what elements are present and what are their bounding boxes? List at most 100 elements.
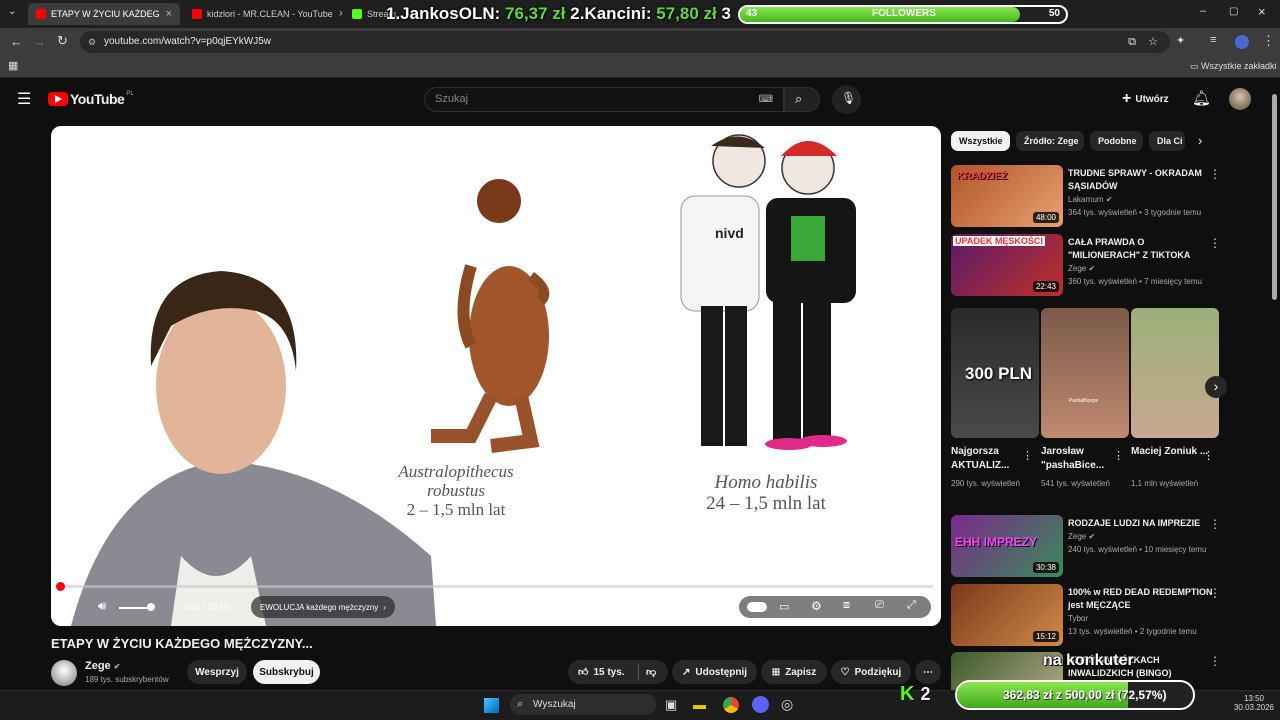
short-title[interactable]: Najgorsza AKTUALIZ... [951,445,1029,473]
progress-scrubber[interactable] [56,582,65,591]
bookmark-star-icon[interactable]: ☆ [1148,31,1158,53]
close-tab-icon[interactable]: × [333,8,342,20]
chips-next-icon[interactable]: › [1198,133,1202,148]
more-vertical-icon[interactable]: ⋮ [1113,449,1124,462]
species-name-3: Homo habilis [714,472,818,493]
close-window-icon[interactable]: × [1258,4,1266,19]
task-view-icon[interactable]: ▣ [665,697,677,713]
back-icon[interactable]: ← [10,34,23,49]
more-vertical-icon[interactable]: ⋮ [1209,654,1221,668]
support-label: Wesprzyj [195,666,239,678]
youtube-logo-text: YouTube [70,91,125,107]
more-vertical-icon[interactable]: ⋮ [1022,449,1033,462]
tab-youtube-video[interactable]: ETAPY W ŻYCIU KAŻDEGO MĘŻ × [28,3,180,25]
save-label: Zapisz [785,666,817,678]
notifications-bell-icon[interactable]: 🔔︎ [1192,89,1211,107]
species-range-2: 24 – 1,5 mln lat [706,493,826,514]
autoplay-toggle[interactable] [747,602,767,612]
save-button[interactable]: ⊞ Zapisz [761,660,827,684]
page-scrollbar[interactable] [1272,94,1277,300]
dislike-thumb-icon[interactable]: 👎︎ [646,666,656,678]
chapter-label: EWOLUCJA każdego mężczyzny [260,602,379,612]
maximize-icon[interactable]: ▢ [1229,6,1238,17]
subscribe-button[interactable]: Subskrybuj [253,660,320,684]
recommendation-item[interactable]: UPADEK MĘSKOŚCI 22:43 CAŁA PRAWDA O "MIL… [951,234,1251,296]
video-meta: 364 tys. wyświetleń • 3 tygodnie temu [1068,208,1202,217]
keyboard-icon[interactable]: ⌨ [759,88,773,111]
more-vertical-icon[interactable]: ⋮ [1209,236,1221,250]
more-vertical-icon[interactable]: ⋮ [1209,167,1221,181]
taskbar-search[interactable]: ⌕ Wyszukaj [510,694,656,715]
short-thumbnail[interactable]: 300 PLN [951,308,1039,438]
recommendation-item[interactable]: EHH IMPREZY 30:38 RODZAJE LUDZI NA IMPRE… [951,515,1251,577]
recommendation-item[interactable]: KRADZIEŻ 48:00 TRUDNE SPRAWY - OKRADAM S… [951,165,1251,227]
voice-search-button[interactable]: 🎙 [832,85,861,114]
channel-name[interactable]: Zege ✔ [85,660,120,672]
chip-all[interactable]: Wszystkie [951,131,1010,151]
extensions-icon[interactable]: ✦ [1176,34,1185,47]
discord-icon[interactable] [752,696,769,713]
tab-mrclean[interactable]: kidzlori - MR.CLEAN - YouTube × [184,3,342,25]
cast-icon[interactable]: ⎚ [875,599,884,612]
video-thumbnail: 15:12 [951,584,1063,646]
site-info-icon[interactable]: ⚙ [88,31,96,53]
all-bookmarks-link[interactable]: ▭ Wszystkie zakładki [1190,61,1277,72]
chip-similar[interactable]: Podobne [1090,131,1143,151]
apps-grid-icon[interactable]: ▦ [8,59,18,72]
browser-menu-icon[interactable]: ⋮ [1262,33,1275,49]
shorts-next-icon[interactable]: › [1205,376,1227,398]
chip-label: Podobne [1098,136,1137,146]
search-input[interactable]: Szukaj ⌨ [424,87,784,112]
reload-icon[interactable]: ↻ [57,33,68,49]
chip-for-you[interactable]: Dla Ci [1149,131,1185,151]
fullscreen-icon[interactable]: ⤢ [907,599,916,612]
profile-avatar[interactable] [1235,35,1249,49]
channel-avatar[interactable] [51,660,77,686]
minimize-icon[interactable]: – [1200,5,1206,17]
video-thumbnail: KRADZIEŻ 48:00 [951,165,1063,227]
video-player[interactable]: nivd Australopithecus robustus 2 – 1,5 m… [51,126,941,626]
chapter-button[interactable]: EWOLUCJA każdego mężczyzny › [251,596,395,618]
thanks-button[interactable]: ♡ Podziękuj [831,660,911,684]
tray-clock[interactable]: 13:50 30.03.2026 [1230,694,1278,712]
recommendation-item[interactable]: 15:12 100% w RED DEAD REDEMPTION jest MĘ… [951,584,1251,646]
video-thumbnail: EHH IMPREZY 30:38 [951,515,1063,577]
cast-icon[interactable]: ⧉ [1128,31,1136,53]
short-thumbnail[interactable]: PashaBiceps [1041,308,1129,438]
short-title[interactable]: Maciej Zoniuk ... [1131,445,1209,459]
search-button[interactable]: ⌕ [784,87,820,112]
menu-hamburger-icon[interactable]: ☰ [17,89,31,109]
url-input[interactable]: ⚙ youtube.com/watch?v=p0qjEYkWJ5w ⧉ ☆ [80,31,1170,53]
youtube-logo[interactable]: YouTube PL [48,91,134,107]
like-thumb-icon[interactable]: 👍︎ [578,666,588,678]
progress-bar[interactable] [56,582,933,591]
short-thumbnail[interactable] [1131,308,1219,438]
thumbnail-text: PashaBiceps [1069,398,1099,404]
more-vertical-icon[interactable]: ⋮ [1203,449,1214,462]
create-button[interactable]: + Utwórz [1122,90,1169,108]
support-button[interactable]: Wesprzyj [187,660,247,684]
more-actions-button[interactable]: ⋯ [915,660,941,684]
account-avatar[interactable] [1229,88,1251,110]
video-title: 100% w RED DEAD REDEMPTION jest MĘCZĄCE [1068,587,1213,610]
tab-list-icon[interactable]: ⌄ [8,6,16,17]
short-title[interactable]: Jarosław "pashaBice... [1041,445,1119,473]
miniplayer-icon[interactable]: ⧈ [843,599,850,612]
settings-gear-icon[interactable]: ⚙ [811,599,822,613]
start-windows-icon[interactable] [484,698,499,713]
more-vertical-icon[interactable]: ⋮ [1209,517,1221,531]
chip-source[interactable]: Źródło: Zege [1016,131,1084,151]
play-icon[interactable] [66,600,76,612]
close-tab-icon[interactable]: × [160,8,172,20]
forward-icon[interactable]: → [33,34,46,49]
volume-handle[interactable] [147,603,155,611]
obs-icon[interactable]: ◎ [781,696,793,713]
volume-icon[interactable]: 🔊︎ [98,598,106,614]
more-vertical-icon[interactable]: ⋮ [1209,586,1221,600]
share-button[interactable]: ↗ Udostępnij [672,660,757,684]
media-icon[interactable]: ≡ [1210,34,1216,46]
file-explorer-icon[interactable]: ▬ [693,697,706,712]
subtitles-icon[interactable]: ▭ [779,600,789,613]
chrome-icon[interactable] [723,697,739,713]
create-label: Utwórz [1135,93,1169,105]
